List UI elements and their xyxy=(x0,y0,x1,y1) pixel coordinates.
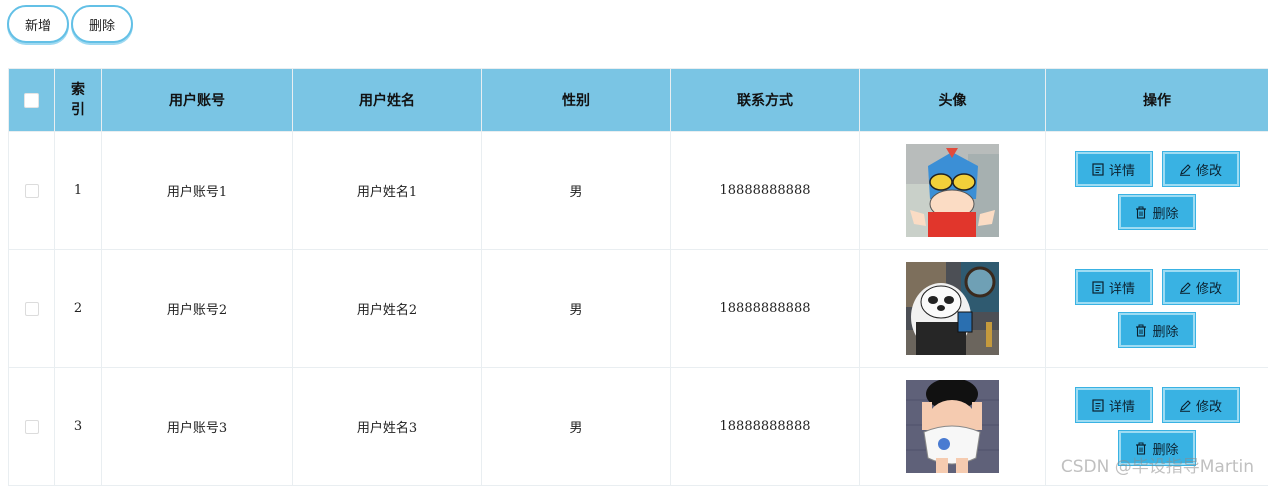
table-header-row: 索引 用户账号 用户姓名 性别 联系方式 头像 操作 xyxy=(9,69,1268,132)
pencil-icon xyxy=(1179,281,1191,294)
row-name: 用户姓名2 xyxy=(293,250,482,368)
table-row: 2 用户账号2 用户姓名2 男 18888888888 xyxy=(9,250,1268,368)
row-account: 用户账号3 xyxy=(102,368,293,486)
header-name: 用户姓名 xyxy=(293,69,482,132)
header-account: 用户账号 xyxy=(102,69,293,132)
trash-icon xyxy=(1135,442,1147,455)
row-actions: 详情 修改 删除 xyxy=(1057,388,1257,465)
row-gender: 男 xyxy=(482,250,671,368)
edit-button[interactable]: 修改 xyxy=(1163,388,1239,422)
row-phone: 18888888888 xyxy=(671,368,860,486)
delete-button[interactable]: 删除 xyxy=(1119,195,1195,229)
header-avatar: 头像 xyxy=(860,69,1046,132)
delete-button[interactable]: 删除 xyxy=(1119,313,1195,347)
row-name: 用户姓名3 xyxy=(293,368,482,486)
row-checkbox[interactable] xyxy=(25,302,39,316)
header-phone: 联系方式 xyxy=(671,69,860,132)
row-phone: 18888888888 xyxy=(671,250,860,368)
user-avatar-image xyxy=(906,144,999,237)
trash-icon xyxy=(1135,206,1147,219)
row-actions: 详情 修改 删除 xyxy=(1057,270,1257,347)
details-button[interactable]: 详情 xyxy=(1076,152,1152,186)
table-row: 3 用户账号3 用户姓名3 男 18888888888 xyxy=(9,368,1268,486)
row-checkbox[interactable] xyxy=(25,420,39,434)
header-actions: 操作 xyxy=(1046,69,1268,132)
pencil-icon xyxy=(1179,399,1191,412)
toolbar: 新增 删除 xyxy=(7,5,133,43)
batch-delete-button[interactable]: 删除 xyxy=(71,5,133,43)
user-table: 索引 用户账号 用户姓名 性别 联系方式 头像 操作 1 用户账号1 用户姓名1… xyxy=(8,68,1268,486)
edit-button[interactable]: 修改 xyxy=(1163,152,1239,186)
row-name: 用户姓名1 xyxy=(293,132,482,250)
document-icon xyxy=(1092,163,1104,176)
details-button[interactable]: 详情 xyxy=(1076,388,1152,422)
trash-icon xyxy=(1135,324,1147,337)
document-icon xyxy=(1092,281,1104,294)
select-all-checkbox[interactable] xyxy=(24,93,39,108)
header-select-all[interactable] xyxy=(9,69,55,132)
header-gender: 性别 xyxy=(482,69,671,132)
row-gender: 男 xyxy=(482,132,671,250)
row-actions: 详情 修改 删除 xyxy=(1057,152,1257,229)
row-phone: 18888888888 xyxy=(671,132,860,250)
row-account: 用户账号2 xyxy=(102,250,293,368)
user-avatar-image xyxy=(906,262,999,355)
header-index: 索引 xyxy=(55,69,102,132)
edit-button[interactable]: 修改 xyxy=(1163,270,1239,304)
row-account: 用户账号1 xyxy=(102,132,293,250)
delete-button[interactable]: 删除 xyxy=(1119,431,1195,465)
row-checkbox[interactable] xyxy=(25,184,39,198)
row-gender: 男 xyxy=(482,368,671,486)
add-button[interactable]: 新增 xyxy=(7,5,69,43)
user-avatar-image xyxy=(906,380,999,473)
pencil-icon xyxy=(1179,163,1191,176)
document-icon xyxy=(1092,399,1104,412)
row-index: 2 xyxy=(55,250,102,368)
table-row: 1 用户账号1 用户姓名1 男 18888888888 xyxy=(9,132,1268,250)
row-index: 1 xyxy=(55,132,102,250)
row-index: 3 xyxy=(55,368,102,486)
details-button[interactable]: 详情 xyxy=(1076,270,1152,304)
